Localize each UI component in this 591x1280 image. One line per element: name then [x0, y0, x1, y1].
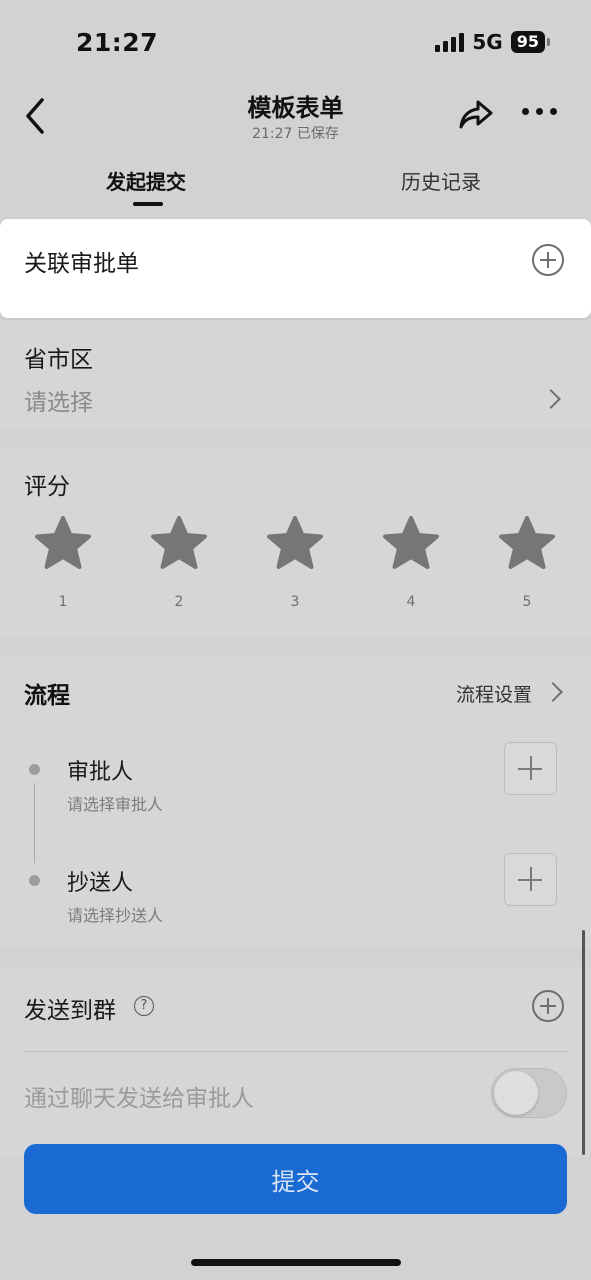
cc-title: 抄送人: [67, 871, 134, 896]
help-icon[interactable]: ?: [134, 996, 154, 1016]
timeline-dot: [29, 764, 40, 775]
cc-hint: 请选择抄送人: [67, 906, 164, 925]
timeline-line: [34, 783, 35, 863]
star-scale-label: 3: [290, 594, 300, 610]
send-group-label: 发送到群: [24, 998, 116, 1024]
rating-label: 评分: [24, 474, 70, 500]
star-scale-label: 4: [406, 594, 416, 610]
submit-button[interactable]: 提交: [24, 1144, 567, 1214]
tab-submit[interactable]: 发起提交: [106, 166, 186, 195]
add-cc-button[interactable]: [504, 853, 557, 906]
status-time: 21:27: [76, 28, 159, 57]
star-icon[interactable]: [381, 515, 441, 573]
home-indicator: [191, 1259, 401, 1266]
star-icon[interactable]: [33, 515, 93, 573]
page-title: 模板表单: [247, 94, 344, 122]
network-type: 5G: [472, 30, 503, 54]
chat-send-label: 通过聊天发送给审批人: [24, 1086, 254, 1112]
associate-approval-label: 关联审批单: [24, 251, 139, 277]
battery-icon: 95: [510, 31, 551, 53]
status-indicators: 5G 95: [435, 30, 551, 54]
star-scale-label: 1: [58, 594, 68, 610]
plus-circle-icon[interactable]: [532, 990, 564, 1022]
timeline-dot: [29, 875, 40, 886]
scrollbar[interactable]: [582, 930, 585, 1155]
toggle-knob[interactable]: [494, 1071, 538, 1115]
region-placeholder[interactable]: 请选择: [24, 383, 93, 417]
tab-indicator: [133, 202, 163, 206]
signal-icon: [435, 32, 465, 52]
star-icon[interactable]: [265, 515, 325, 573]
star-icon[interactable]: [149, 515, 209, 573]
flow-title: 流程: [24, 683, 70, 709]
flow-settings-link[interactable]: 流程设置: [456, 680, 532, 707]
star-scale-label: 5: [522, 594, 532, 610]
more-icon[interactable]: [522, 108, 562, 120]
divider: [24, 1051, 567, 1052]
tab-history[interactable]: 历史记录: [401, 166, 481, 195]
plus-circle-icon[interactable]: [532, 244, 564, 276]
approver-hint: 请选择审批人: [67, 795, 164, 814]
add-approver-button[interactable]: [504, 742, 557, 795]
star-icon[interactable]: [497, 515, 557, 573]
share-icon[interactable]: [456, 94, 496, 134]
approver-title: 审批人: [67, 760, 134, 785]
save-status: 21:27 已保存: [252, 126, 339, 142]
region-label: 省市区: [24, 347, 93, 373]
star-scale-label: 2: [174, 594, 184, 610]
